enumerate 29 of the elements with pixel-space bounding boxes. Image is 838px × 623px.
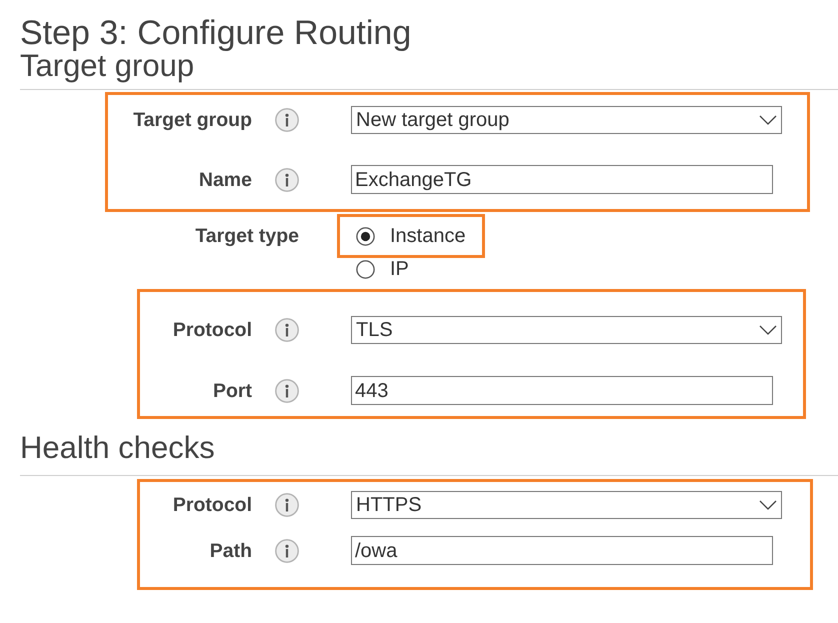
field-label: Protocol: [172, 493, 252, 517]
info-icon[interactable]: [275, 108, 299, 132]
field-label: Name: [198, 168, 252, 192]
caret-icon: [759, 325, 777, 335]
info-icon[interactable]: [275, 378, 299, 402]
field-label: Protocol: [172, 318, 252, 342]
field-label: Target group: [132, 108, 252, 132]
info-icon[interactable]: [275, 318, 299, 342]
text-field[interactable]: ExchangeTG: [351, 165, 773, 194]
caret-icon: [759, 115, 777, 125]
field-label: Target type: [194, 224, 299, 248]
page-title: Step 3: Configure Routing: [20, 16, 412, 50]
caret-icon: [759, 500, 777, 510]
section-heading: Health checks: [20, 432, 216, 463]
section-heading: Target group: [20, 50, 194, 81]
radio-label[interactable]: Instance: [390, 225, 466, 247]
radio-button[interactable]: [356, 226, 375, 246]
text-field[interactable]: 443: [351, 376, 773, 405]
info-icon[interactable]: [275, 538, 299, 562]
radio-button[interactable]: [356, 260, 375, 278]
text-field[interactable]: /owa: [351, 536, 773, 565]
field-label: Path: [208, 538, 252, 562]
dropdown[interactable]: TLS: [351, 316, 782, 344]
dropdown[interactable]: HTTPS: [351, 491, 782, 519]
dropdown[interactable]: New target group: [351, 106, 782, 134]
info-icon[interactable]: [275, 493, 299, 517]
radio-label[interactable]: IP: [390, 258, 409, 280]
info-icon[interactable]: [275, 168, 299, 192]
field-label: Port: [212, 378, 252, 402]
